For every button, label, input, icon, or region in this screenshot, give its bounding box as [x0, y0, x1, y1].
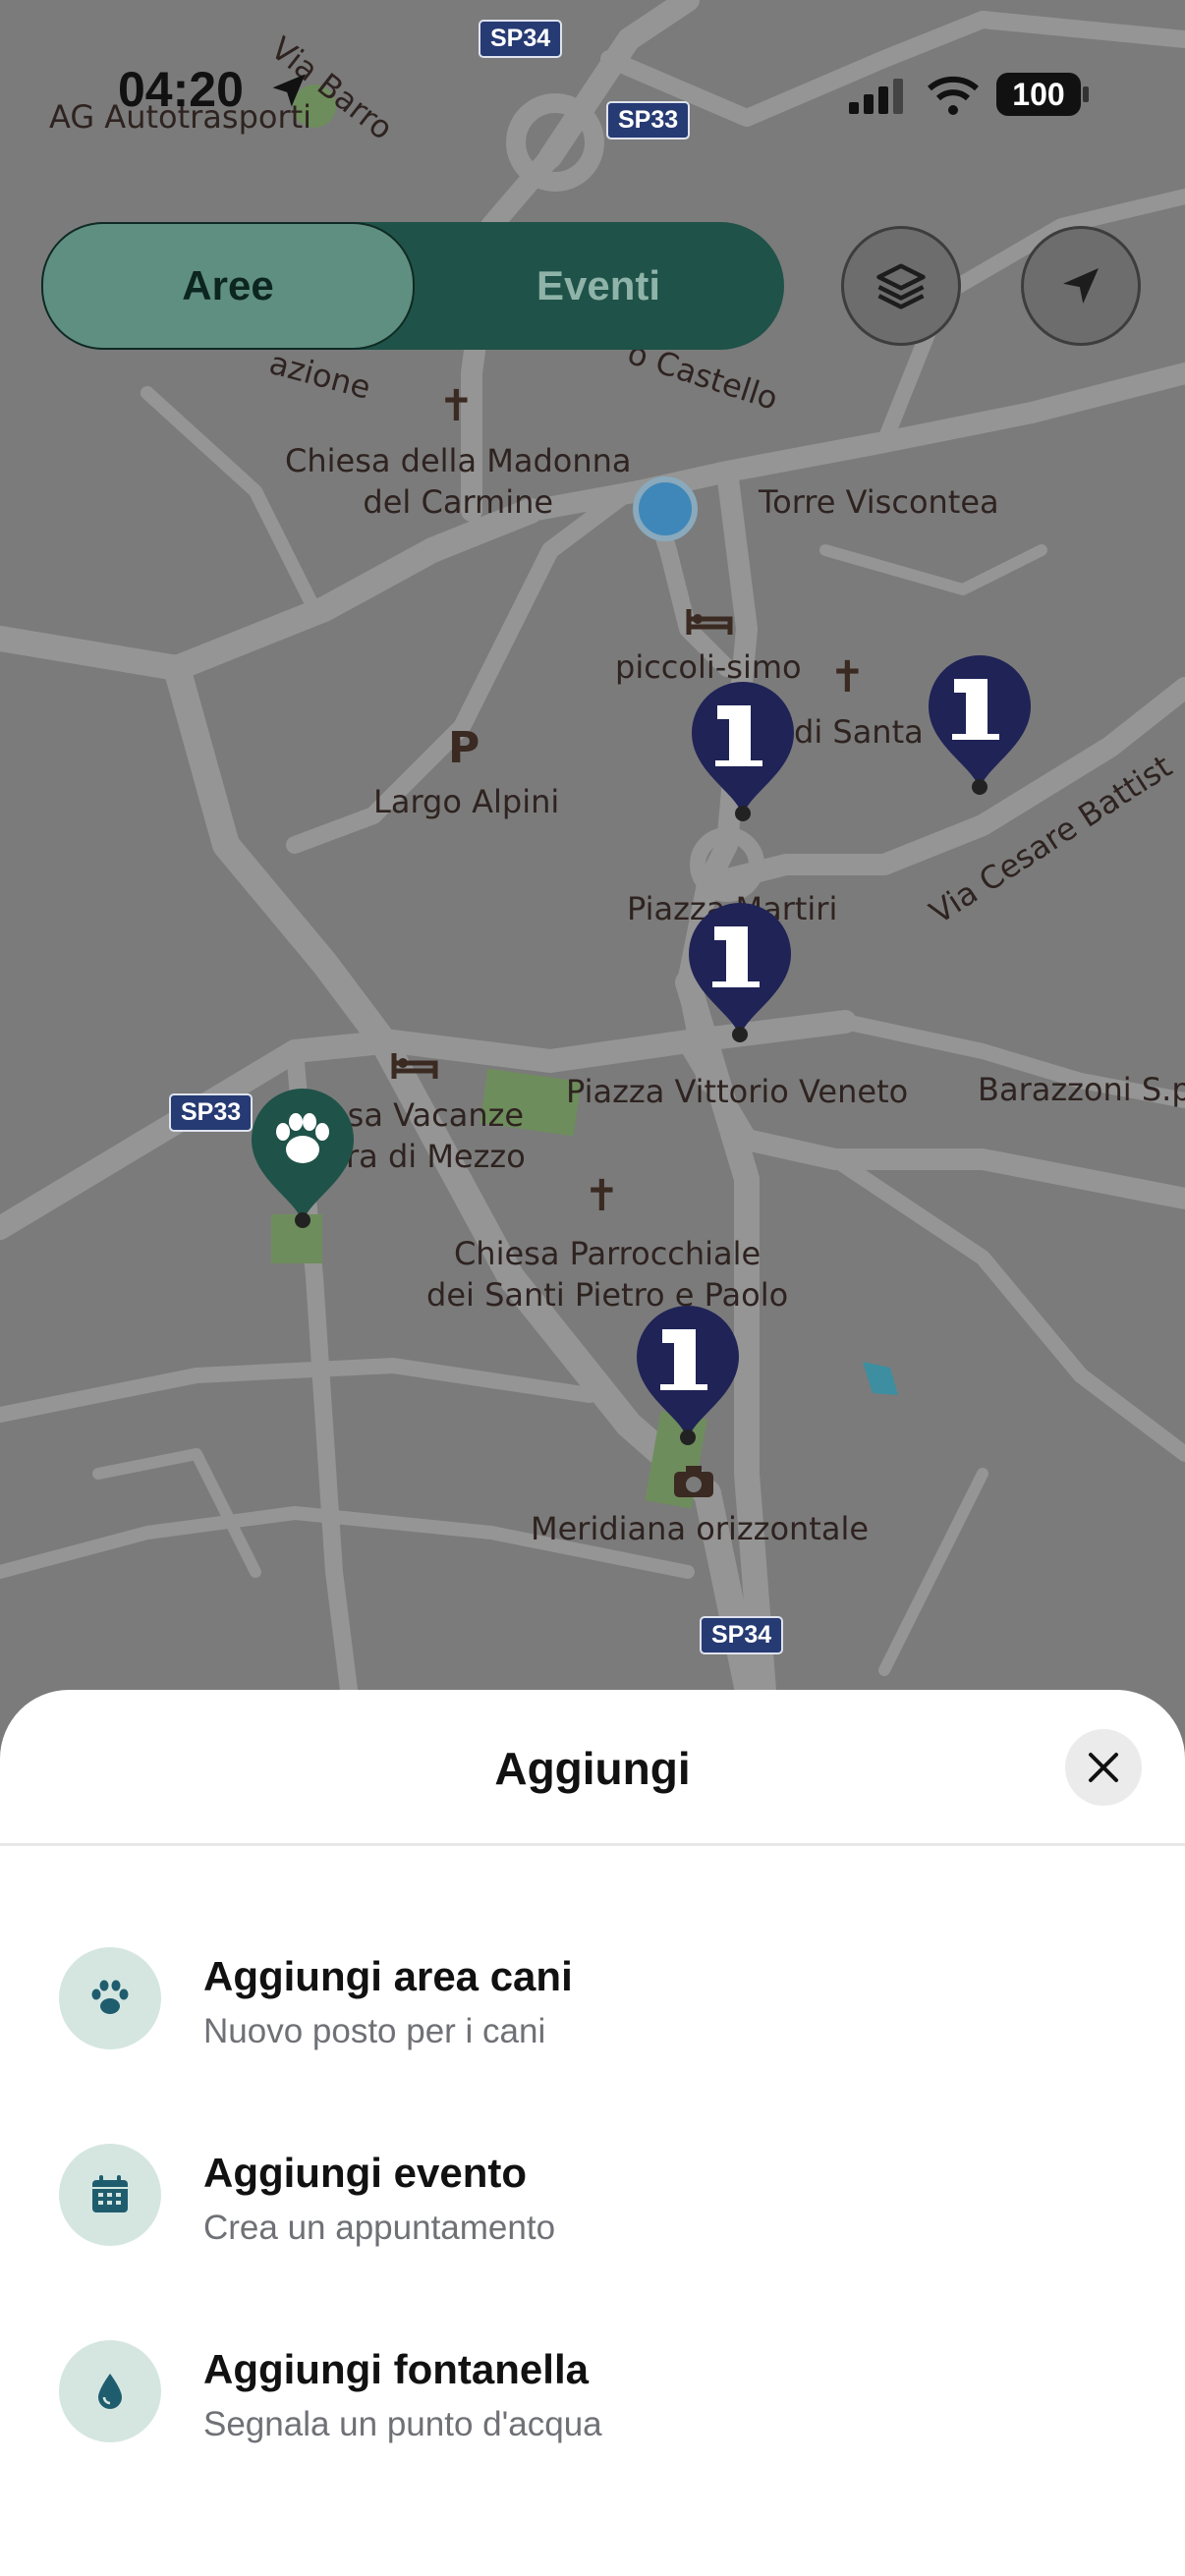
- dog-area-marker-icon[interactable]: [244, 1085, 362, 1232]
- paw-icon: [59, 1947, 161, 2049]
- church-icon: ✝: [584, 1171, 620, 1221]
- wifi-icon: [928, 76, 979, 115]
- fountain-marker-icon[interactable]: [684, 678, 802, 825]
- fountain-marker-icon[interactable]: [629, 1302, 747, 1449]
- hotel-icon: [391, 1053, 438, 1079]
- road-shield: SP33: [169, 1093, 254, 1132]
- location-arrow-icon: [272, 74, 306, 107]
- add-dog-area-option[interactable]: Aggiungi area cani Nuovo posto per i can…: [0, 1916, 1185, 2083]
- option-subtitle: Crea un appuntamento: [203, 2209, 556, 2247]
- road-shield: SP34: [700, 1616, 784, 1654]
- water-drop-icon: [59, 2340, 161, 2442]
- map-label: Meridiana orizzontale: [531, 1510, 870, 1547]
- map-label: sa Vacanze ra di Mezzo: [346, 1096, 526, 1175]
- fountain-marker-icon[interactable]: [681, 899, 799, 1046]
- battery-level: 100: [1012, 77, 1065, 112]
- close-icon: [1089, 1753, 1118, 1782]
- sheet-title: Aggiungi: [494, 1743, 691, 1794]
- layers-button[interactable]: [841, 226, 961, 346]
- sheet-divider: [0, 1843, 1185, 1846]
- locate-me-button[interactable]: [1021, 226, 1141, 346]
- church-icon: ✝: [829, 652, 866, 702]
- status-time: 04:20: [118, 62, 244, 117]
- location-arrow-icon: [1063, 268, 1099, 304]
- option-subtitle: Segnala un punto d'acqua: [203, 2405, 602, 2443]
- tab-aree-label: Aree: [182, 262, 274, 308]
- fountain-marker-icon[interactable]: [921, 651, 1039, 799]
- church-icon: ✝: [438, 381, 475, 431]
- map-label: Barazzoni S.p: [978, 1071, 1185, 1108]
- map-label: Largo Alpini: [373, 783, 560, 820]
- map-label: Torre Viscontea: [759, 483, 999, 521]
- battery-icon: 100: [996, 73, 1081, 116]
- map-label: Piazza Vittorio Veneto: [566, 1073, 909, 1110]
- option-title: Aggiungi fontanella: [203, 2346, 589, 2392]
- hotel-icon: [686, 609, 733, 635]
- camera-icon: [674, 1466, 713, 1497]
- layers-icon: [876, 263, 926, 309]
- status-bar: 04:20 100: [0, 0, 1185, 117]
- tab-aree[interactable]: Aree: [41, 222, 415, 350]
- parking-icon: P: [448, 723, 480, 773]
- tab-eventi[interactable]: Eventi: [413, 224, 784, 348]
- map-mode-toggle: Aree Eventi: [41, 222, 784, 350]
- tab-eventi-label: Eventi: [536, 262, 661, 308]
- calendar-icon: [59, 2144, 161, 2246]
- close-button[interactable]: [1065, 1729, 1142, 1806]
- map-label: di Santa: [794, 713, 924, 751]
- add-bottom-sheet: Aggiungi Aggiungi area cani Nuovo posto …: [0, 1690, 1185, 2576]
- option-subtitle: Nuovo posto per i cani: [203, 2012, 546, 2050]
- option-title: Aggiungi evento: [203, 2150, 527, 2196]
- add-fountain-option[interactable]: Aggiungi fontanella Segnala un punto d'a…: [0, 2309, 1185, 2476]
- add-event-option[interactable]: Aggiungi evento Crea un appuntamento: [0, 2112, 1185, 2279]
- cellular-signal-icon: [849, 79, 903, 114]
- map-label: Chiesa della Madonna del Carmine: [285, 442, 632, 521]
- battery-tip: [1083, 86, 1089, 102]
- option-title: Aggiungi area cani: [203, 1953, 573, 1999]
